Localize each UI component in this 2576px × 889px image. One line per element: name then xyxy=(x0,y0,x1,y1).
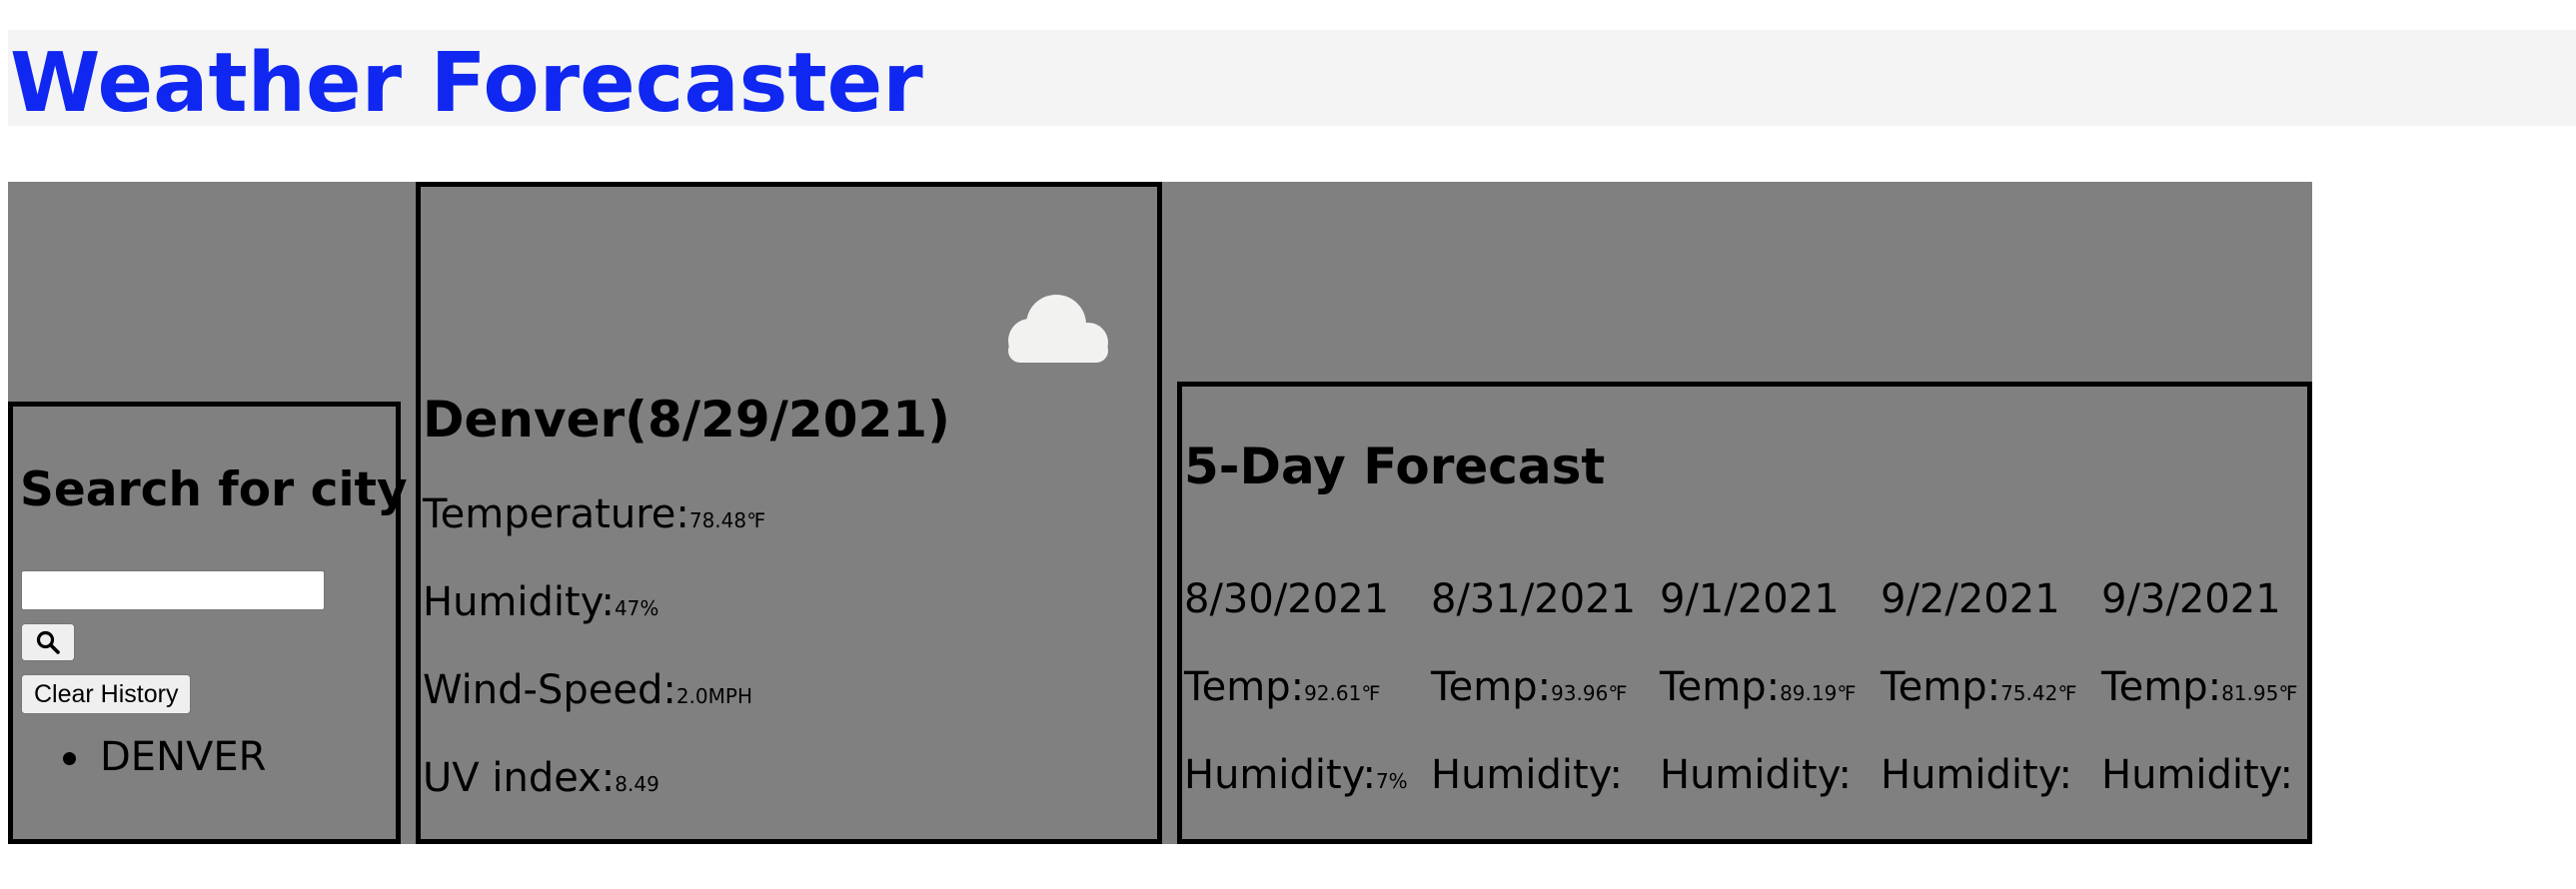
current-city-title: Denver(8/29/2021) xyxy=(423,391,950,448)
current-temperature: Temperature:78.48℉ xyxy=(423,489,765,545)
forecast-date: 9/3/2021 xyxy=(2101,576,2281,622)
forecast-humidity-label: Humidity: xyxy=(2101,752,2293,798)
cloud-icon xyxy=(1008,295,1108,363)
search-input[interactable] xyxy=(21,570,325,610)
wind-label: Wind-Speed: xyxy=(423,667,676,713)
forecast-temp-value: 92.61℉ xyxy=(1304,681,1381,705)
forecast-temp-value: 93.96℉ xyxy=(1551,681,1628,705)
forecast-humidity: Humidity: xyxy=(1660,750,1852,806)
clear-history-button[interactable]: Clear History xyxy=(21,674,192,714)
search-panel: Search for city Clear History DENVER xyxy=(8,402,408,844)
humidity-label: Humidity: xyxy=(423,579,615,625)
search-button[interactable] xyxy=(21,623,75,661)
uv-value: 8.49 xyxy=(615,772,659,796)
current-humidity: Humidity:47% xyxy=(423,577,658,633)
forecast-humidity: Humidity: xyxy=(2101,750,2293,806)
forecast-temp-label: Temp: xyxy=(1881,664,2001,710)
forecast-humidity-value: 7% xyxy=(1375,769,1408,793)
humidity-value: 47% xyxy=(614,596,659,620)
forecast-temp: Temp:81.95℉ xyxy=(2101,662,2297,718)
search-icon xyxy=(36,630,60,654)
forecast-humidity: Humidity: xyxy=(1881,750,2072,806)
forecast-humidity-label: Humidity: xyxy=(1431,752,1623,798)
history-item-denver[interactable]: DENVER xyxy=(13,730,266,784)
wind-value: 2.0MPH xyxy=(675,684,752,708)
forecast-temp-value: 81.95℉ xyxy=(2221,681,2298,705)
forecast-temp: Temp:89.19℉ xyxy=(1660,662,1856,718)
forecast-temp-label: Temp: xyxy=(1184,664,1305,710)
forecast-date: 8/30/2021 xyxy=(1184,576,1390,622)
forecast-temp-label: Temp: xyxy=(2101,664,2222,710)
forecast-temp-label: Temp: xyxy=(1431,664,1552,710)
forecast-humidity: Humidity: xyxy=(1431,750,1623,806)
forecast-date: 9/1/2021 xyxy=(1660,576,1840,622)
uv-label: UV index: xyxy=(423,755,616,801)
forecast-temp: Temp:93.96℉ xyxy=(1431,662,1627,718)
forecast-title: 5-Day Forecast xyxy=(1184,438,1606,495)
current-uv-index: UV index:8.49 xyxy=(423,753,659,809)
search-title: Search for city xyxy=(20,462,408,517)
forecast-panel: 5-Day Forecast 8/30/2021 Temp:92.61℉ Hum… xyxy=(1177,382,2312,844)
temperature-value: 78.48℉ xyxy=(688,508,766,532)
forecast-temp: Temp:92.61℉ xyxy=(1184,662,1380,718)
forecast-temp: Temp:75.42℉ xyxy=(1881,662,2076,718)
page-title: Weather Forecaster xyxy=(10,36,923,131)
forecast-temp-value: 89.19℉ xyxy=(1780,681,1857,705)
forecast-humidity-label: Humidity: xyxy=(1184,752,1376,798)
forecast-humidity: Humidity:7% xyxy=(1184,750,1408,806)
current-wind-speed: Wind-Speed:2.0MPH xyxy=(423,665,752,721)
temperature-label: Temperature: xyxy=(423,491,689,537)
current-weather-panel: Denver(8/29/2021) Temperature:78.48℉ Hum… xyxy=(416,182,1162,844)
forecast-humidity-label: Humidity: xyxy=(1881,752,2072,798)
forecast-date: 8/31/2021 xyxy=(1431,576,1637,622)
forecast-humidity-label: Humidity: xyxy=(1660,752,1852,798)
search-history-list: DENVER xyxy=(13,730,266,784)
forecast-date: 9/2/2021 xyxy=(1881,576,2060,622)
forecast-temp-label: Temp: xyxy=(1660,664,1781,710)
forecast-temp-value: 75.42℉ xyxy=(2000,681,2077,705)
